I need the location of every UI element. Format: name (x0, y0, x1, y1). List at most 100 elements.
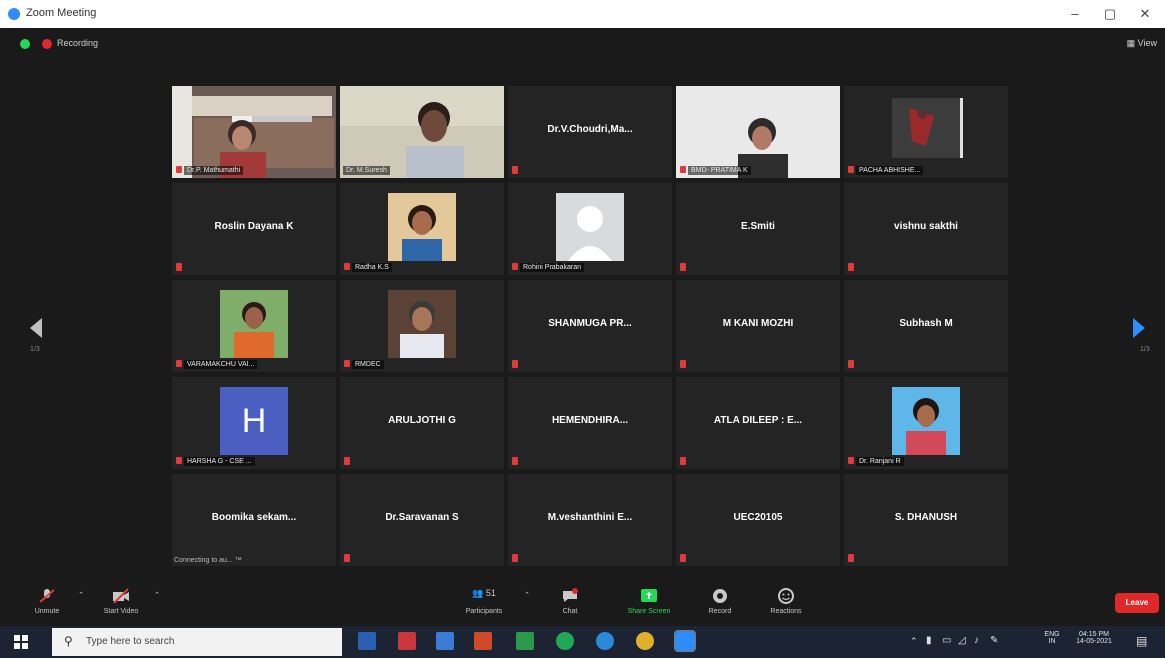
muted-mic-icon (680, 360, 686, 368)
volume-icon[interactable]: ♪ (974, 635, 979, 646)
participant-tile[interactable]: Roslin Dayana K (172, 183, 336, 275)
participants-button[interactable]: 👥 51 Participants (452, 585, 516, 625)
participant-tile[interactable]: BMD- PRATIMA K (676, 86, 840, 178)
reactions-button[interactable]: Reactions (760, 585, 812, 625)
participant-tile[interactable]: ATLA DILEEP : E... (676, 377, 840, 469)
pen-icon[interactable]: ✎ (990, 635, 998, 646)
chrome-browser-icon[interactable] (636, 632, 654, 650)
participant-tile[interactable]: Subhash M (844, 280, 1008, 372)
participant-tile[interactable]: Dr. Ranjani R (844, 377, 1008, 469)
participant-tile[interactable]: RMDEC (340, 280, 504, 372)
muted-mic-icon (848, 554, 854, 562)
share-screen-icon (641, 589, 657, 602)
participant-name: HEMENDHIRA... (551, 415, 629, 426)
participants-count: 51 (485, 588, 496, 598)
muted-mic-icon (680, 457, 686, 465)
close-button[interactable]: ✕ (1134, 4, 1156, 24)
participant-tile[interactable]: M.veshanthini E... (508, 474, 672, 566)
region-label: IN (1048, 638, 1056, 645)
notifications-icon[interactable]: ▤ (1136, 634, 1147, 648)
participant-profile-photo (388, 290, 456, 358)
muted-mic-icon (848, 166, 854, 173)
clock-date: 14-05-2021 (1076, 638, 1112, 645)
muted-mic-icon (848, 360, 854, 368)
chat-button[interactable]: Chat (548, 585, 592, 625)
participant-profile-photo (892, 387, 960, 455)
participant-tile[interactable]: Boomika sekam... Connecting to au... ™ (172, 474, 336, 566)
participant-tile[interactable]: vishnu sakthi (844, 183, 1008, 275)
muted-mic-icon (848, 263, 854, 271)
excel-app-icon[interactable] (516, 632, 534, 650)
chevron-up-icon: ⌃ (524, 592, 530, 599)
participant-tile[interactable]: ARULJOTHI G (340, 377, 504, 469)
muted-microphone-icon (39, 589, 55, 603)
participant-tile[interactable]: Dr.P. Mathumathi (172, 86, 336, 178)
participant-tile-active-speaker[interactable]: Dr. M.Suresh (340, 86, 504, 178)
participant-tile[interactable]: PACHA ABHISHE... (844, 86, 1008, 178)
start-video-label: Start Video (103, 608, 139, 615)
participant-tile[interactable]: UEC20105 (676, 474, 840, 566)
video-options-caret[interactable]: ⌃ (150, 585, 164, 625)
muted-mic-icon (680, 166, 686, 173)
participant-name: Subhash M (899, 318, 953, 329)
maximize-button[interactable]: ▢ (1099, 4, 1121, 24)
photos-app-icon[interactable] (474, 632, 492, 650)
participant-name: vishnu sakthi (894, 221, 958, 232)
muted-mic-icon (512, 457, 518, 465)
start-video-button[interactable]: Start Video (94, 585, 148, 625)
gallery-grid: Dr.P. Mathumathi Dr. M.Suresh Dr.V.Choud… (172, 86, 1008, 568)
taskbar-search-box[interactable]: ⚲ Type here to search (52, 628, 342, 656)
unmute-button[interactable]: Unmute (22, 585, 72, 625)
language-indicator[interactable]: ENG IN (1040, 631, 1064, 645)
participant-tile[interactable]: Rohini Prabakaran (508, 183, 672, 275)
next-page-arrow-icon[interactable] (1133, 318, 1145, 338)
chevron-up-icon: ⌃ (78, 592, 84, 599)
participant-tile[interactable]: M KANI MOZHI (676, 280, 840, 372)
record-label: Record (708, 608, 732, 615)
participant-tile[interactable]: HEMENDHIRA... (508, 377, 672, 469)
zoom-app-icon[interactable] (674, 630, 696, 652)
minimize-button[interactable]: – (1064, 4, 1086, 24)
participant-name: M.veshanthini E... (547, 512, 633, 523)
participant-tile[interactable]: Radha K.S (340, 183, 504, 275)
participant-tile[interactable]: S. DHANUSH (844, 474, 1008, 566)
record-button[interactable]: Record (698, 585, 742, 625)
office-app-icon[interactable] (398, 632, 416, 650)
windows-start-icon[interactable] (14, 635, 28, 649)
clock[interactable]: 04:15 PM 14-05-2021 (1068, 631, 1120, 645)
participants-icon: 👥 (472, 588, 484, 598)
participant-tile[interactable]: E.Smiti (676, 183, 840, 275)
view-button[interactable]: ▦ View (1127, 38, 1157, 49)
participant-name: Dr.V.Choudri,Ma... (547, 124, 633, 135)
participant-tile[interactable]: SHANMUGA PR... (508, 280, 672, 372)
app-icon[interactable] (436, 632, 454, 650)
audio-options-caret[interactable]: ⌃ (74, 585, 88, 625)
tray-chevron-up-icon[interactable]: ⌃ (910, 636, 918, 647)
participant-tile[interactable]: H HARSHA G - CSE ... (172, 377, 336, 469)
participant-tile[interactable]: Dr.Saravanan S (340, 474, 504, 566)
participants-options-caret[interactable]: ⌃ (520, 585, 534, 625)
muted-mic-icon (176, 360, 182, 367)
security-shield-icon[interactable] (20, 39, 30, 49)
chevron-up-icon: ⌃ (154, 592, 160, 599)
zoom-logo-icon (8, 8, 20, 20)
word-app-icon[interactable] (358, 632, 376, 650)
participant-tile[interactable]: Dr.V.Choudri,Ma... (508, 86, 672, 178)
muted-mic-icon (344, 263, 350, 270)
network-icon[interactable]: ◿ (958, 635, 966, 646)
participant-name: Roslin Dayana K (214, 221, 294, 232)
record-icon (713, 589, 727, 603)
participant-profile-photo (388, 193, 456, 261)
smiley-reaction-icon (778, 588, 794, 604)
participant-tile[interactable]: VARAMAKCHU VAI... (172, 280, 336, 372)
edge-browser-icon[interactable] (596, 632, 614, 650)
view-label: View (1137, 38, 1157, 48)
leave-meeting-button[interactable]: Leave (1115, 593, 1159, 613)
tray-app-icon[interactable]: ▮ (926, 635, 932, 646)
search-placeholder: Type here to search (86, 636, 175, 647)
previous-page-arrow-icon[interactable] (30, 318, 42, 338)
share-screen-button[interactable]: Share Screen (614, 585, 684, 625)
video-off-icon (113, 588, 129, 604)
whatsapp-app-icon[interactable] (556, 632, 574, 650)
battery-icon[interactable]: ▭ (942, 635, 951, 646)
